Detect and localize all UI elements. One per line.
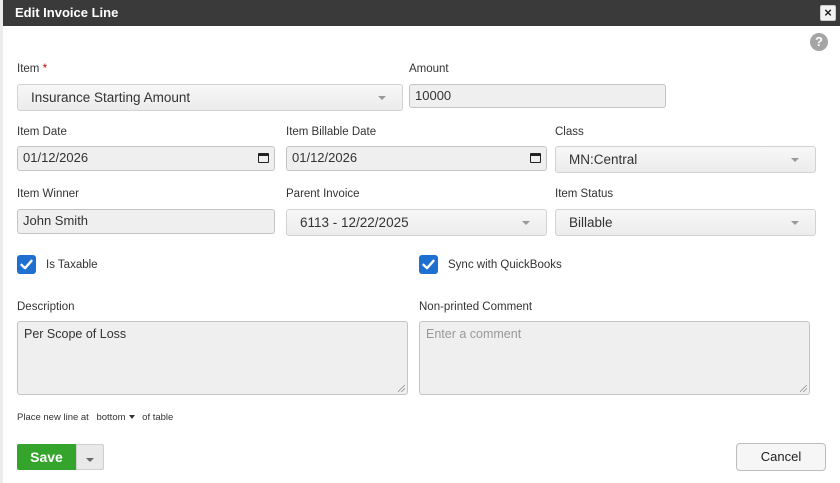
save-options-button[interactable] bbox=[76, 444, 104, 470]
checkmark-icon bbox=[20, 259, 33, 270]
chevron-down-icon bbox=[522, 221, 530, 225]
description-value: Per Scope of Loss bbox=[24, 327, 127, 341]
comment-label: Non-printed Comment bbox=[419, 301, 533, 313]
calendar-icon[interactable] bbox=[258, 153, 269, 163]
checkmark-icon bbox=[422, 259, 435, 270]
item-label-text: Item bbox=[17, 63, 40, 75]
parent-invoice-value: 6113 - 12/22/2025 bbox=[300, 215, 409, 230]
comment-textarea[interactable]: Enter a comment bbox=[419, 321, 810, 395]
item-status-value: Billable bbox=[569, 215, 613, 230]
class-select-value: MN:Central bbox=[569, 152, 638, 167]
item-select-value: Insurance Starting Amount bbox=[31, 90, 191, 105]
item-winner-label: Item Winner bbox=[17, 188, 79, 200]
item-select[interactable]: Insurance Starting Amount bbox=[17, 84, 403, 111]
required-mark: * bbox=[42, 63, 48, 75]
item-billable-date-label: Item Billable Date bbox=[286, 126, 377, 138]
item-status-label: Item Status bbox=[555, 188, 614, 200]
item-label: Item * bbox=[17, 63, 47, 75]
new-line-position-value: bottom bbox=[96, 412, 126, 423]
is-taxable-checkbox[interactable] bbox=[17, 255, 36, 274]
chevron-down-icon bbox=[791, 221, 799, 225]
class-label: Class bbox=[555, 126, 584, 138]
sync-quickbooks-checkbox[interactable] bbox=[419, 255, 438, 274]
item-date-label: Item Date bbox=[17, 126, 67, 138]
item-date-input[interactable]: 01/12/2026 bbox=[17, 146, 275, 171]
item-winner-input[interactable]: John Smith bbox=[17, 209, 275, 234]
chevron-down-icon bbox=[378, 96, 386, 100]
comment-placeholder: Enter a comment bbox=[426, 327, 522, 341]
chevron-down-icon bbox=[128, 415, 135, 419]
close-button[interactable]: × bbox=[820, 5, 836, 21]
cancel-button[interactable]: Cancel bbox=[736, 443, 826, 471]
new-line-position-select[interactable]: bottom bbox=[96, 412, 135, 423]
resize-grip-icon[interactable] bbox=[398, 385, 405, 392]
item-billable-date-input[interactable]: 01/12/2026 bbox=[286, 146, 547, 171]
amount-input[interactable]: 10000 bbox=[409, 84, 666, 108]
amount-label: Amount bbox=[409, 63, 449, 75]
item-date-value: 01/12/2026 bbox=[23, 150, 89, 165]
class-select[interactable]: MN:Central bbox=[555, 146, 816, 173]
chevron-down-icon bbox=[86, 458, 94, 462]
help-icon[interactable]: ? bbox=[810, 33, 828, 51]
resize-grip-icon[interactable] bbox=[800, 385, 807, 392]
calendar-icon[interactable] bbox=[530, 153, 541, 163]
new-line-position: Place new line at bottom of table bbox=[17, 412, 173, 423]
item-status-select[interactable]: Billable bbox=[555, 209, 816, 236]
save-button[interactable]: Save bbox=[17, 444, 76, 470]
chevron-down-icon bbox=[791, 158, 799, 162]
description-label: Description bbox=[17, 301, 75, 313]
dialog-titlebar: Edit Invoice Line × bbox=[3, 0, 840, 26]
parent-invoice-select[interactable]: 6113 - 12/22/2025 bbox=[286, 209, 547, 236]
window-edge bbox=[0, 0, 3, 483]
is-taxable-label[interactable]: Is Taxable bbox=[46, 259, 98, 271]
new-line-suffix: of table bbox=[142, 412, 174, 423]
dialog-title: Edit Invoice Line bbox=[15, 5, 119, 20]
sync-quickbooks-label[interactable]: Sync with QuickBooks bbox=[448, 259, 562, 271]
parent-invoice-label: Parent Invoice bbox=[286, 188, 360, 200]
close-icon: × bbox=[824, 5, 832, 20]
description-textarea[interactable]: Per Scope of Loss bbox=[17, 321, 408, 395]
item-billable-date-value: 01/12/2026 bbox=[292, 150, 358, 165]
new-line-prefix: Place new line at bbox=[17, 412, 89, 423]
